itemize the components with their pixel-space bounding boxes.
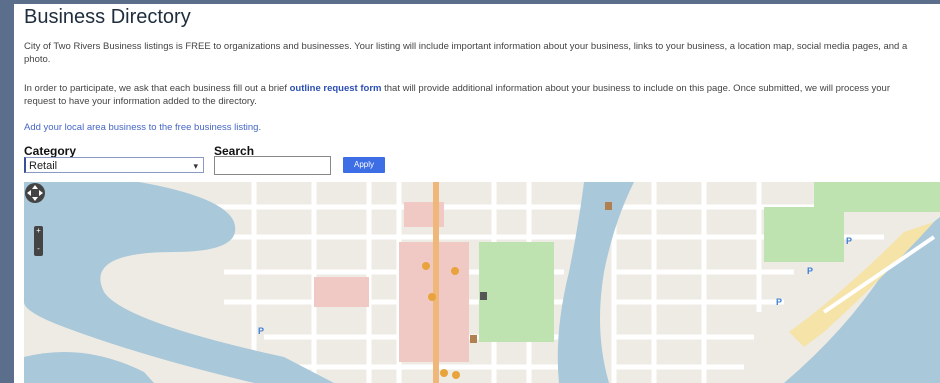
park-area (764, 207, 844, 262)
park-area (479, 242, 554, 342)
chevron-down-icon: ▾ (193, 161, 198, 171)
category-select[interactable]: Retail ▾ (24, 157, 204, 173)
outline-request-form-link[interactable]: outline request form (290, 83, 382, 94)
marker-icon[interactable] (451, 267, 459, 275)
river-central (557, 182, 634, 383)
river-southwest (24, 352, 154, 383)
parking-icon: P (846, 236, 852, 246)
marker-icon[interactable] (605, 202, 612, 210)
apply-button[interactable]: Apply (343, 157, 385, 173)
marker-icon[interactable] (440, 369, 448, 377)
add-business-link[interactable]: Add your local area business to the free… (24, 122, 261, 133)
parking-icon: P (258, 326, 264, 336)
marker-icon[interactable] (428, 293, 436, 301)
zoom-control: + - (34, 226, 43, 256)
category-select-value: Retail (29, 160, 58, 172)
participate-paragraph: In order to participate, we ask that eac… (24, 82, 924, 108)
commercial-zone (314, 277, 369, 307)
participate-text-before: In order to participate, we ask that eac… (24, 83, 290, 94)
marker-icon[interactable] (480, 292, 487, 300)
zoom-out-icon[interactable]: - (34, 244, 43, 254)
parking-icon: P (807, 266, 813, 276)
content-panel: Business Directory City of Two Rivers Bu… (14, 4, 940, 383)
marker-icon[interactable] (452, 371, 460, 379)
search-input[interactable] (214, 156, 331, 175)
marker-icon[interactable] (470, 335, 477, 343)
map-view[interactable]: P P P P + - (24, 182, 940, 383)
pan-control-icon[interactable] (24, 182, 46, 204)
category-label: Category (24, 144, 77, 158)
marker-icon[interactable] (422, 262, 430, 270)
intro-paragraph: City of Two Rivers Business listings is … (24, 41, 908, 65)
park-area (814, 182, 940, 212)
window-frame-left (0, 0, 14, 383)
zoom-in-icon[interactable]: + (34, 226, 43, 236)
map-canvas: P P P P (24, 182, 940, 383)
parking-icon: P (776, 297, 782, 307)
page-title: Business Directory (24, 6, 191, 28)
